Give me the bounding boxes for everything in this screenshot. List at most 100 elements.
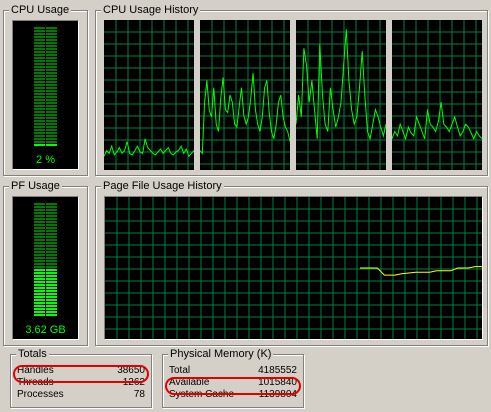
totals-title: Totals bbox=[16, 348, 49, 361]
stat-label: System Cache bbox=[169, 389, 235, 400]
meter-segment bbox=[46, 117, 57, 119]
meter-segment bbox=[34, 120, 45, 122]
totals-group: Totals Handles 38650 Threads 1262 Proces… bbox=[10, 348, 152, 408]
meter-segment bbox=[34, 141, 45, 143]
meter-segment bbox=[34, 48, 45, 50]
pf-usage-value: 3.62 GB bbox=[25, 324, 66, 336]
meter-segment bbox=[46, 206, 57, 208]
pf-history-graph bbox=[104, 196, 483, 340]
pf-trace bbox=[360, 266, 482, 276]
meter-segment bbox=[34, 257, 45, 259]
meter-segment bbox=[34, 311, 45, 313]
meter-segment bbox=[34, 144, 45, 146]
meter-segment bbox=[34, 123, 45, 125]
meter-segment bbox=[46, 135, 57, 137]
pf-usage-title: PF Usage bbox=[9, 180, 62, 193]
meter-segment bbox=[46, 257, 57, 259]
meter-segment bbox=[34, 51, 45, 53]
meter-segment bbox=[34, 308, 45, 310]
meter-segment bbox=[34, 87, 45, 89]
meter-segment bbox=[34, 93, 45, 95]
meter-segment bbox=[34, 27, 45, 29]
meter-segment bbox=[34, 96, 45, 98]
stat-value: 1139804 bbox=[258, 389, 297, 400]
meter-segment bbox=[46, 203, 57, 205]
meter-segment bbox=[46, 293, 57, 295]
meter-segment bbox=[46, 239, 57, 241]
stat-label: Available bbox=[169, 377, 210, 388]
pf-meter-bars bbox=[34, 203, 57, 316]
meter-segment bbox=[34, 135, 45, 137]
meter-segment bbox=[46, 63, 57, 65]
meter-segment bbox=[46, 308, 57, 310]
meter-segment bbox=[34, 275, 45, 277]
meter-segment bbox=[46, 227, 57, 229]
meter-segment bbox=[46, 302, 57, 304]
meter-segment bbox=[46, 102, 57, 104]
meter-segment bbox=[46, 248, 57, 250]
meter-segment bbox=[34, 302, 45, 304]
meter-segment bbox=[46, 33, 57, 35]
meter-segment bbox=[46, 75, 57, 77]
meter-segment bbox=[46, 129, 57, 131]
meter-segment bbox=[34, 272, 45, 274]
meter-segment bbox=[34, 269, 45, 271]
meter-segment bbox=[46, 224, 57, 226]
meter-segment bbox=[46, 120, 57, 122]
meter-segment bbox=[46, 54, 57, 56]
meter-segment bbox=[46, 144, 57, 146]
stat-system-cache: System Cache 1139804 bbox=[169, 389, 297, 400]
meter-segment bbox=[34, 45, 45, 47]
stat-value: 1015840 bbox=[258, 377, 297, 388]
meter-segment bbox=[46, 78, 57, 80]
meter-segment bbox=[46, 36, 57, 38]
meter-segment bbox=[34, 209, 45, 211]
meter-segment bbox=[46, 251, 57, 253]
meter-segment bbox=[34, 39, 45, 41]
meter-segment bbox=[46, 254, 57, 256]
meter-segment bbox=[34, 33, 45, 35]
meter-segment bbox=[34, 117, 45, 119]
meter-segment bbox=[34, 36, 45, 38]
cpu-usage-title: CPU Usage bbox=[9, 4, 72, 17]
pf-history-group: Page File Usage History bbox=[95, 180, 488, 346]
cpu-history-title: CPU Usage History bbox=[101, 4, 201, 17]
cpu-meter-bars bbox=[34, 27, 57, 146]
meter-segment bbox=[34, 218, 45, 220]
meter-segment bbox=[34, 81, 45, 83]
cpu-trace bbox=[104, 138, 194, 158]
meter-segment bbox=[34, 111, 45, 113]
stat-label: Handles bbox=[17, 365, 54, 376]
meter-segment bbox=[34, 284, 45, 286]
meter-segment bbox=[34, 54, 45, 56]
meter-segment bbox=[46, 230, 57, 232]
meter-segment bbox=[34, 296, 45, 298]
cpu-core-2-graph bbox=[296, 20, 386, 170]
meter-segment bbox=[34, 239, 45, 241]
meter-segment bbox=[46, 39, 57, 41]
stat-value: 4185552 bbox=[258, 365, 297, 376]
meter-segment bbox=[46, 87, 57, 89]
meter-segment bbox=[46, 299, 57, 301]
meter-segment bbox=[46, 60, 57, 62]
meter-segment bbox=[34, 221, 45, 223]
meter-segment bbox=[46, 209, 57, 211]
stat-value: 1262 bbox=[122, 377, 145, 388]
meter-segment bbox=[34, 72, 45, 74]
cpu-usage-value: 2 % bbox=[36, 154, 55, 166]
meter-segment bbox=[46, 218, 57, 220]
stat-label: Total bbox=[169, 365, 191, 376]
meter-segment bbox=[46, 242, 57, 244]
physical-memory-group: Physical Memory (K) Total 4185552 Availa… bbox=[162, 348, 304, 408]
meter-segment bbox=[34, 30, 45, 32]
stat-threads: Threads 1262 bbox=[17, 377, 145, 388]
meter-segment bbox=[34, 266, 45, 268]
meter-segment bbox=[46, 296, 57, 298]
meter-segment bbox=[46, 90, 57, 92]
meter-segment bbox=[34, 281, 45, 283]
meter-segment bbox=[46, 30, 57, 32]
meter-segment bbox=[46, 290, 57, 292]
meter-segment bbox=[34, 138, 45, 140]
meter-segment bbox=[34, 278, 45, 280]
meter-segment bbox=[46, 114, 57, 116]
